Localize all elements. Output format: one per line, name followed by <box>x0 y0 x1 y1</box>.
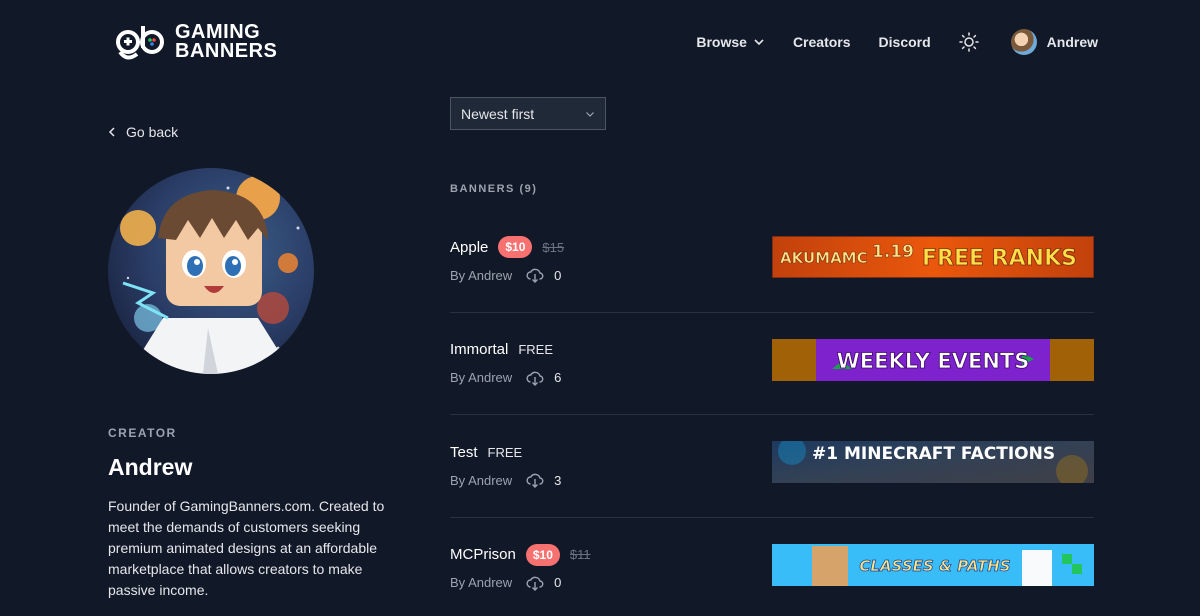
creator-bio: Founder of GamingBanners.com. Created to… <box>108 498 385 598</box>
banner-info: Test FREE By Andrew 3 <box>450 441 561 489</box>
gamepad-logo-icon <box>116 26 164 60</box>
nav-discord[interactable]: Discord <box>879 34 931 50</box>
sort-select-value: Newest first <box>461 105 535 122</box>
chevron-down-icon <box>754 39 764 46</box>
site-logo[interactable]: GAMING BANNERS <box>115 22 277 62</box>
main-nav: Browse Creators Discord Andrew <box>696 28 1098 56</box>
banner-info: MCPrison $10 $11 By Andrew 0 <box>450 543 591 592</box>
creator-avatar <box>108 168 314 374</box>
download-count: 0 <box>526 266 561 284</box>
banner-info: Apple $10 $15 By Andrew 0 <box>450 236 564 284</box>
download-count: 0 <box>526 574 561 592</box>
nav-creators-label: Creators <box>792 34 851 50</box>
banner-title[interactable]: Test <box>450 444 478 461</box>
free-tag: FREE <box>518 342 554 357</box>
banner-list: Apple $10 $15 By Andrew 0 AKUMAMC 1.19 F… <box>450 210 1094 616</box>
banner-author: By Andrew <box>450 370 513 385</box>
nav-creators[interactable]: Creators <box>793 34 851 50</box>
cloud-download-icon <box>526 371 544 386</box>
list-item: Immortal FREE By Andrew 6 WEEKLY EVENTS <box>450 313 1094 415</box>
download-count-value: 3 <box>554 472 562 488</box>
thumb-main-text: CLASSES & PATHS <box>859 557 1010 575</box>
banner-thumbnail[interactable]: AKUMAMC 1.19 FREE RANKS <box>772 236 1094 278</box>
nav-browse-label: Browse <box>696 34 747 50</box>
go-back-label: Go back <box>126 124 179 140</box>
banner-author: By Andrew <box>450 267 513 283</box>
banner-title[interactable]: MCPrison <box>450 546 516 563</box>
avatar <box>1010 29 1037 55</box>
sun-icon[interactable] <box>958 32 979 52</box>
banner-thumbnail[interactable]: CLASSES & PATHS <box>772 543 1094 586</box>
list-item: Test FREE By Andrew 3 #1 MINECRAFT FACTI… <box>450 415 1094 518</box>
free-tag: FREE <box>487 444 523 460</box>
old-price: $11 <box>569 547 591 562</box>
thumb-main-text: WEEKLY EVENTS <box>837 349 1030 373</box>
list-item: Apple $10 $15 By Andrew 0 AKUMAMC 1.19 F… <box>450 210 1094 313</box>
user-menu[interactable]: Andrew <box>1010 29 1098 55</box>
thumb-mid-text: 1.19 <box>872 242 914 262</box>
logo-line-2: BANNERS <box>175 40 278 62</box>
logo-text: GAMING BANNERS <box>175 22 278 62</box>
creator-label: CREATOR <box>108 426 177 440</box>
nav-discord-label: Discord <box>878 34 931 50</box>
banner-author: By Andrew <box>450 472 513 488</box>
nav-browse[interactable]: Browse <box>696 34 765 50</box>
creator-name: Andrew <box>108 454 193 480</box>
banner-author: By Andrew <box>450 575 513 590</box>
download-count: 6 <box>526 369 561 387</box>
download-count-value: 0 <box>554 575 562 590</box>
download-count: 3 <box>526 471 561 489</box>
thumb-left-text: AKUMAMC <box>780 249 868 267</box>
banner-thumbnail[interactable]: #1 MINECRAFT FACTIONS <box>772 441 1094 483</box>
price-badge: $10 <box>525 543 560 566</box>
chevron-down-icon <box>586 111 594 117</box>
chevron-left-icon <box>108 127 115 137</box>
banner-title[interactable]: Immortal <box>450 341 508 358</box>
section-title: BANNERS (9) <box>450 183 538 195</box>
thumb-main-text: FREE RANKS <box>922 246 1077 271</box>
download-count-value: 0 <box>554 267 562 283</box>
price-badge: $10 <box>498 236 533 258</box>
list-item: MCPrison $10 $11 By Andrew 0 CLASSES & P… <box>450 518 1094 616</box>
banner-info: Immortal FREE By Andrew 6 <box>450 339 561 387</box>
site-header: GAMING BANNERS Browse Creators Discord A… <box>0 0 1200 84</box>
cloud-download-icon <box>526 268 544 283</box>
cloud-download-icon <box>526 576 544 591</box>
old-price: $15 <box>542 239 565 255</box>
creator-avatar-illustration <box>108 168 314 374</box>
cloud-download-icon <box>526 473 544 488</box>
user-name: Andrew <box>1046 34 1098 50</box>
download-count-value: 6 <box>554 370 562 385</box>
sort-select[interactable]: Newest first <box>450 97 606 130</box>
banner-thumbnail[interactable]: WEEKLY EVENTS <box>772 338 1094 381</box>
thumb-main-text: #1 MINECRAFT FACTIONS <box>812 444 1055 464</box>
go-back-link[interactable]: Go back <box>108 124 178 140</box>
banner-title[interactable]: Apple <box>450 239 488 256</box>
